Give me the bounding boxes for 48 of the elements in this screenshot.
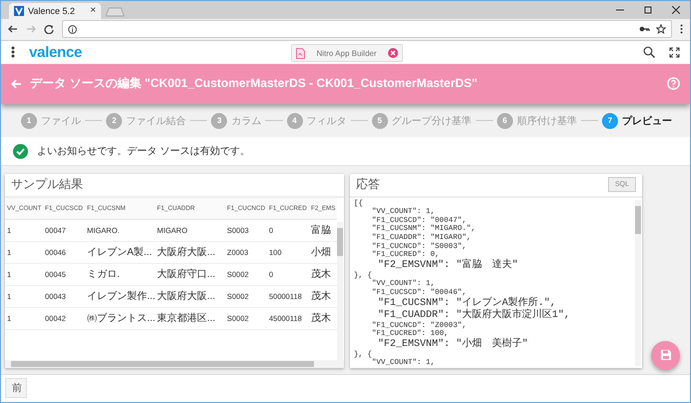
back-arrow-icon[interactable] <box>8 24 18 34</box>
app-logo: valence <box>29 44 82 61</box>
open-app-chip[interactable]: Nitro App Builder <box>291 44 403 62</box>
vertical-scrollbar[interactable] <box>635 200 641 366</box>
address-field[interactable] <box>62 20 672 38</box>
star-icon[interactable] <box>656 24 666 34</box>
table-cell: ミガロ. <box>85 264 155 286</box>
key-icon[interactable] <box>639 25 650 34</box>
document-icon <box>296 48 305 59</box>
check-circle-icon <box>13 144 28 159</box>
panel-title: 応答 <box>356 176 381 194</box>
table-cell: 東京都港区... <box>155 308 225 330</box>
fullscreen-icon[interactable] <box>669 46 680 58</box>
step-label: ファイル <box>41 114 81 128</box>
info-icon[interactable] <box>68 24 77 34</box>
back-button[interactable]: 前 <box>5 378 27 398</box>
notice-text: よいお知らせです。データ ソースは有効です。 <box>37 144 250 158</box>
search-icon[interactable] <box>643 46 655 58</box>
table-cell: 大阪府守口... <box>155 264 225 286</box>
code-line: "F2_EMSVNM": "小畑 美樹子" <box>376 338 529 351</box>
panel-title: サンプル結果 <box>11 176 84 194</box>
menu-icon[interactable] <box>11 46 15 58</box>
vertical-scrollbar[interactable] <box>336 222 343 360</box>
restore-icon[interactable] <box>644 6 652 14</box>
code-line: "F1_CUCSNM": "イレブンA製作所.", <box>376 298 557 309</box>
step-label: カラム <box>231 114 262 128</box>
tab-title: Valence 5.2 <box>28 6 76 16</box>
page-title: データ ソースの編集 "CK001_CustomerMasterDS - CK001_CustomerMasterDS" <box>30 75 478 92</box>
step-label: フィルタ <box>306 114 347 128</box>
table-cell: 大阪府大阪... <box>155 286 225 308</box>
horizontal-scrollbar[interactable] <box>5 360 344 368</box>
app-favicon-icon <box>14 6 24 16</box>
code-line: "F1_CUADDR": "大阪府大阪市淀川区1", <box>376 310 571 322</box>
table-cell: イレブンA製... <box>85 242 155 264</box>
close-icon[interactable] <box>388 48 398 58</box>
browser-tab[interactable]: Valence 5.2 × <box>9 2 101 19</box>
step-label: ファイル結合 <box>126 114 186 128</box>
step-label: 順序付け基準 <box>516 114 577 128</box>
table-cell: イレブン製作... <box>85 286 155 308</box>
table-cell: ㈱ブラントス... <box>85 308 155 330</box>
table-cell: 大阪府大阪... <box>155 242 225 264</box>
close-icon[interactable] <box>672 6 680 14</box>
more-menu-icon[interactable] <box>680 24 683 34</box>
reload-icon[interactable] <box>44 24 54 34</box>
tab-close-button[interactable]: × <box>90 5 96 16</box>
step-label: プレビュー <box>622 114 672 128</box>
step-label: グループ分け基準 <box>392 114 472 128</box>
code-line: "F2_EMSVNM": "富脇 達夫" <box>376 260 519 272</box>
